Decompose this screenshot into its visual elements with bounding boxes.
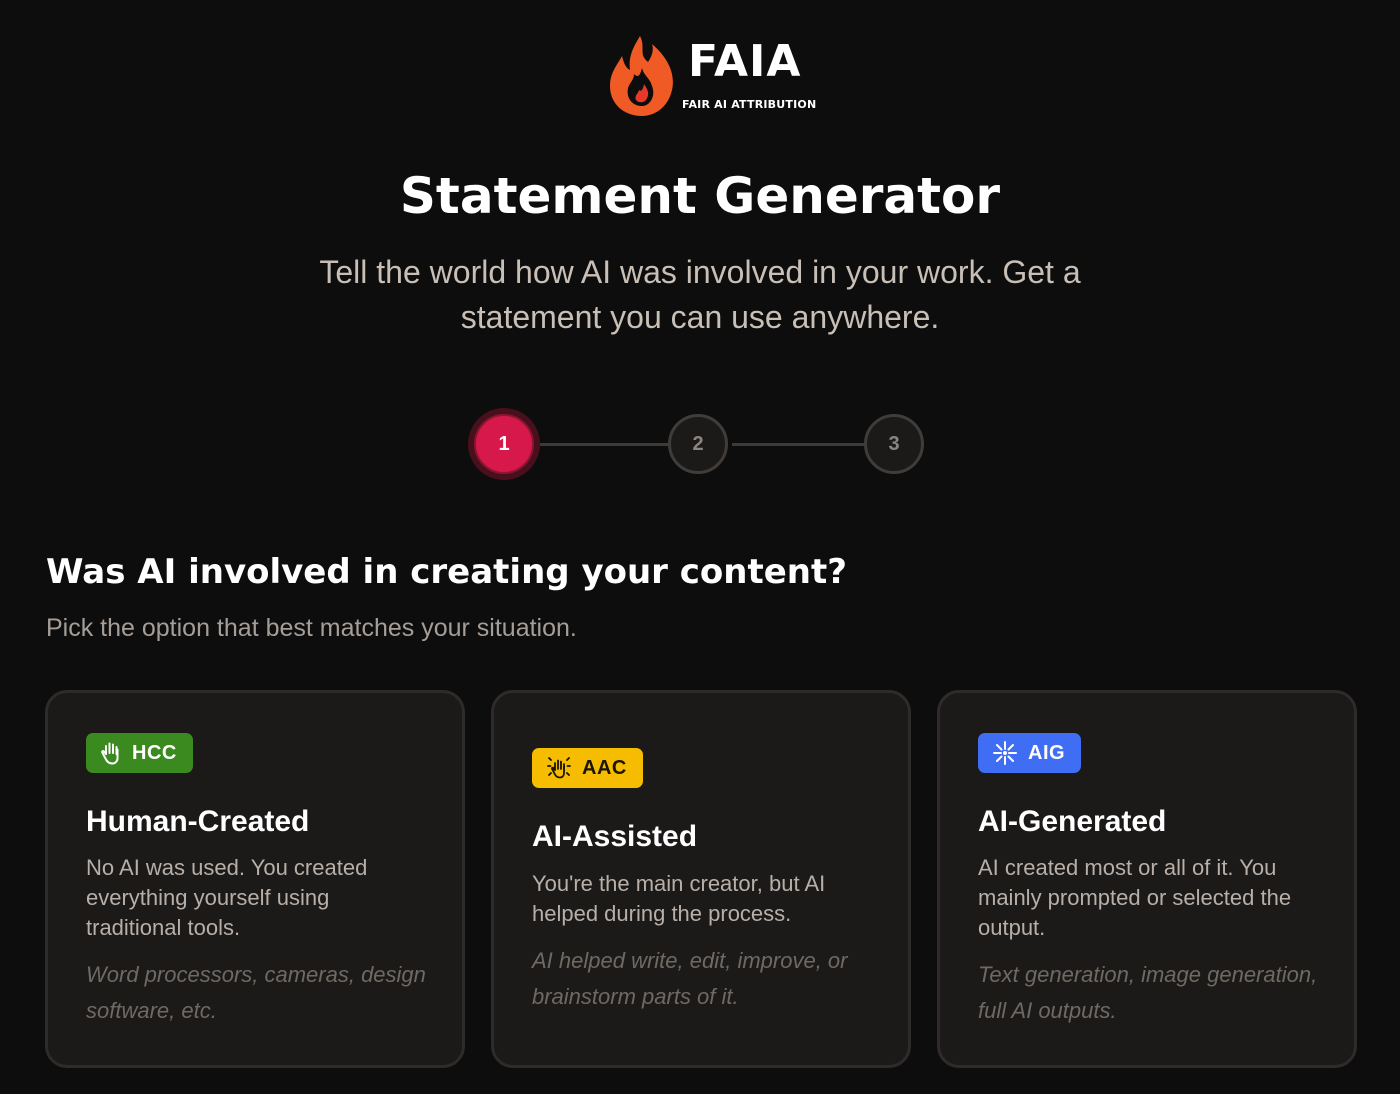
hcc-badge-label: HCC (132, 741, 177, 764)
sparkle-icon (993, 741, 1017, 765)
card-description: You're the main creator, but AI helped d… (532, 871, 826, 926)
aac-badge: AAC (532, 748, 643, 788)
faia-logo[interactable]: FAIA FAIR AI ATTRIBUTION (608, 34, 816, 118)
statement-generator-page: FAIA FAIR AI ATTRIBUTION Statement Gener… (0, 0, 1400, 1094)
page-subtitle: Tell the world how AI was involved in yo… (319, 254, 1081, 335)
question-hint: Pick the option that best matches your s… (46, 614, 577, 642)
option-card-ai-generated[interactable]: AIG AI-Generated AI created most or all … (937, 690, 1357, 1068)
aig-badge-label: AIG (1028, 741, 1066, 764)
hand-sparkle-icon (547, 757, 571, 779)
stepper-connector (732, 443, 870, 446)
card-description: No AI was used. You created everything y… (86, 855, 368, 940)
option-card-human-created[interactable]: HCC Human-Created No AI was used. You cr… (45, 690, 465, 1068)
logo-tagline: FAIR AI ATTRIBUTION (682, 98, 817, 111)
card-title: Human-Created (86, 805, 310, 838)
step-1[interactable]: 1 (474, 414, 534, 474)
flame-icon (610, 36, 673, 116)
page-title: Statement Generator (399, 167, 1001, 225)
option-card-ai-assisted[interactable]: AAC AI-Assisted You're the main creator,… (491, 690, 911, 1068)
card-examples: Word processors, cameras, design softwar… (86, 962, 426, 1023)
card-description: AI created most or all of it. You mainly… (978, 855, 1292, 940)
card-title: AI-Generated (978, 805, 1167, 838)
step-2[interactable]: 2 (668, 414, 728, 474)
hand-icon (101, 742, 119, 765)
aac-badge-label: AAC (582, 756, 627, 779)
card-examples: Text generation, image generation, full … (978, 962, 1318, 1023)
question-heading: Was AI involved in creating your content… (46, 552, 847, 592)
card-title: AI-Assisted (532, 820, 698, 853)
progress-stepper: 1 2 3 (466, 406, 936, 484)
aig-badge: AIG (978, 733, 1082, 773)
logo-wordmark: FAIA (688, 36, 802, 87)
step-3[interactable]: 3 (864, 414, 924, 474)
card-examples: AI helped write, edit, improve, or brain… (532, 948, 848, 1009)
stepper-connector (538, 443, 672, 446)
hcc-badge: HCC (86, 733, 193, 773)
